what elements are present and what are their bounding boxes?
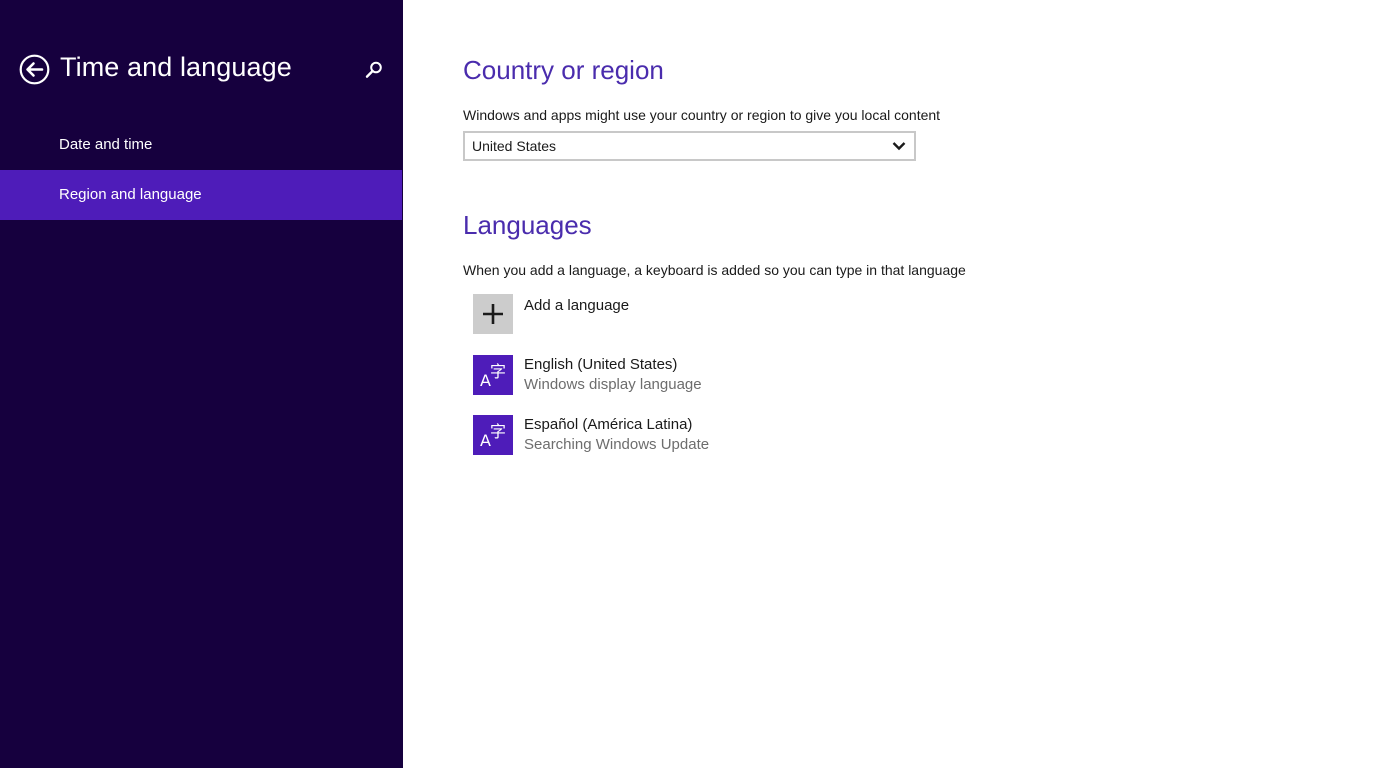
search-button[interactable] — [364, 60, 384, 80]
sidebar-item-label: Date and time — [59, 136, 153, 153]
country-select[interactable]: United States — [463, 131, 916, 161]
language-tile: A 字 — [473, 415, 513, 455]
language-status: Windows display language — [524, 376, 702, 393]
sidebar-item-label: Region and language — [59, 186, 202, 203]
add-language-label: Add a language — [524, 297, 630, 314]
back-button[interactable] — [19, 54, 50, 85]
sidebar: Time and language Date and time Region a… — [0, 0, 403, 768]
sidebar-item-date-and-time[interactable]: Date and time — [0, 120, 402, 170]
country-select-value: United States — [472, 138, 557, 154]
sidebar-item-region-and-language[interactable]: Region and language — [0, 170, 402, 220]
back-arrow-circle-icon — [19, 54, 50, 85]
svg-text:字: 字 — [490, 362, 506, 381]
language-a-character-icon: A 字 — [480, 362, 506, 390]
languages-heading: Languages — [463, 210, 592, 240]
search-icon — [365, 61, 382, 78]
page-title: Time and language — [60, 52, 292, 82]
chevron-down-icon — [892, 142, 906, 151]
language-a-character-icon: A 字 — [480, 422, 506, 450]
languages-description: When you add a language, a keyboard is a… — [463, 262, 966, 278]
country-heading: Country or region — [463, 55, 664, 85]
language-item-espanol[interactable]: A 字 Español (América Latina) Searching W… — [473, 415, 873, 457]
country-description: Windows and apps might use your country … — [463, 107, 941, 123]
add-language-button[interactable]: Add a language — [473, 294, 873, 336]
language-name: English (United States) — [524, 356, 678, 373]
language-status: Searching Windows Update — [524, 436, 710, 453]
language-item-english[interactable]: A 字 English (United States) Windows disp… — [473, 355, 873, 397]
language-name: Español (América Latina) — [524, 416, 693, 433]
svg-text:字: 字 — [490, 422, 506, 441]
add-tile — [473, 294, 513, 334]
language-tile: A 字 — [473, 355, 513, 395]
plus-icon — [483, 304, 503, 324]
